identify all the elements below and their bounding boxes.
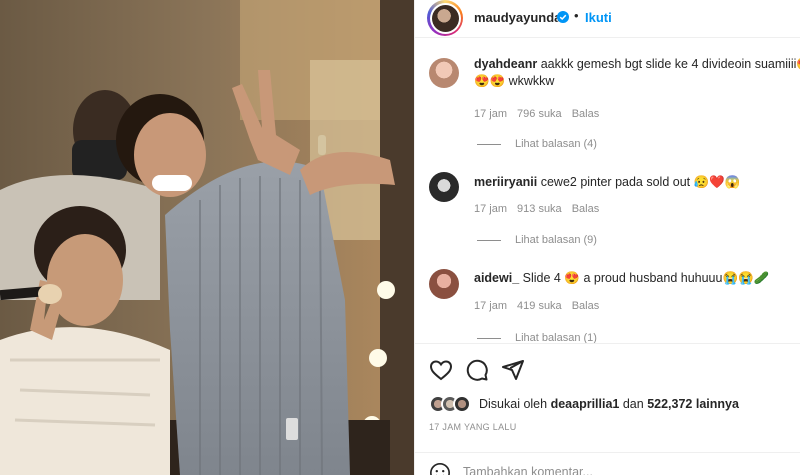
header-separator: • [574, 8, 579, 23]
comment-time: 17 jam [474, 203, 508, 215]
heart-eyes-emoji-icon: 😍 [796, 57, 800, 71]
likes-middle: dan [622, 397, 644, 411]
comment-body: aidewi_ Slide 4 😍 a proud husband huhuuu… [474, 270, 800, 287]
comment-likes[interactable]: 419 suka [517, 300, 562, 312]
emoji-icons: 😥❤️😱 [693, 175, 741, 189]
comment-meta: 17 jam 419 suka Balas [474, 300, 599, 312]
comment-likes[interactable]: 796 suka [517, 108, 562, 120]
emoji-icons: 😭😭🥒 [722, 271, 770, 285]
comment-text: aakkk gemesh bgt slide ke 4 divideoin su… [540, 57, 797, 71]
view-replies-button[interactable]: Lihat balasan (1) [477, 332, 597, 343]
comment-input[interactable] [463, 461, 743, 475]
post-timestamp[interactable]: 17 JAM YANG LALU [429, 422, 517, 432]
comment-text: cewe2 pinter pada sold out [540, 175, 691, 189]
commenter-avatar[interactable] [429, 58, 459, 88]
heart-eyes-emoji-icon: 😍😍 [474, 74, 506, 88]
comment-text-after: a proud husband huhuuu [583, 271, 723, 285]
verified-badge-icon [557, 11, 569, 23]
comment-text-line2: wkwkkw [508, 74, 555, 88]
view-replies-label: Lihat balasan (4) [515, 138, 597, 150]
post-header: maudyayunda • Ikuti [415, 0, 800, 38]
comment-username[interactable]: meriiryanii [474, 175, 537, 189]
heart-icon[interactable] [429, 358, 453, 382]
view-replies-button[interactable]: Lihat balasan (4) [477, 138, 597, 150]
replies-line [477, 337, 501, 339]
add-comment-bar [415, 452, 800, 475]
heart-eyes-emoji-icon: 😍 [564, 271, 580, 285]
commenter-avatar[interactable] [429, 172, 459, 202]
author-avatar[interactable] [427, 0, 463, 36]
comment-meta: 17 jam 913 suka Balas [474, 203, 599, 215]
comment-username[interactable]: dyahdeanr [474, 57, 537, 71]
comment-time: 17 jam [474, 300, 508, 312]
reply-button[interactable]: Balas [572, 203, 600, 215]
replies-line [477, 143, 501, 145]
likes-count[interactable]: 522,372 lainnya [647, 397, 739, 411]
post-side-panel: maudyayunda • Ikuti dyahdeanr aakkk geme… [414, 0, 800, 475]
replies-line [477, 239, 501, 241]
comment-body: dyahdeanr aakkk gemesh bgt slide ke 4 di… [474, 56, 800, 90]
share-icon[interactable] [501, 358, 525, 382]
comment-username[interactable]: aidewi_ [474, 271, 519, 285]
reply-button[interactable]: Balas [572, 300, 600, 312]
liker-avatar[interactable] [453, 395, 471, 413]
comment-meta: 17 jam 796 suka Balas [474, 108, 599, 120]
liker-username[interactable]: deaaprillia1 [551, 397, 620, 411]
author-username[interactable]: maudyayunda [474, 10, 561, 25]
commenter-avatar[interactable] [429, 269, 459, 299]
comment-icon[interactable] [465, 358, 489, 382]
view-replies-label: Lihat balasan (1) [515, 332, 597, 343]
post-photo[interactable] [0, 0, 414, 475]
post-actions: Disukai oleh deaaprillia1 dan 522,372 la… [415, 343, 800, 475]
likes-prefix: Disukai oleh [479, 397, 548, 411]
comment-likes[interactable]: 913 suka [517, 203, 562, 215]
view-replies-label: Lihat balasan (9) [515, 234, 597, 246]
view-replies-button[interactable]: Lihat balasan (9) [477, 234, 597, 246]
post-image [0, 0, 414, 475]
likes-summary: Disukai oleh deaaprillia1 dan 522,372 la… [429, 395, 739, 413]
likes-text: Disukai oleh deaaprillia1 dan 522,372 la… [479, 397, 739, 411]
comment-body: meriiryanii cewe2 pinter pada sold out 😥… [474, 174, 800, 191]
comment-text: Slide 4 [522, 271, 561, 285]
reply-button[interactable]: Balas [572, 108, 600, 120]
comments-list[interactable]: dyahdeanr aakkk gemesh bgt slide ke 4 di… [415, 38, 800, 343]
emoji-icon[interactable] [429, 462, 451, 475]
comment-time: 17 jam [474, 108, 508, 120]
follow-button[interactable]: Ikuti [585, 10, 612, 25]
